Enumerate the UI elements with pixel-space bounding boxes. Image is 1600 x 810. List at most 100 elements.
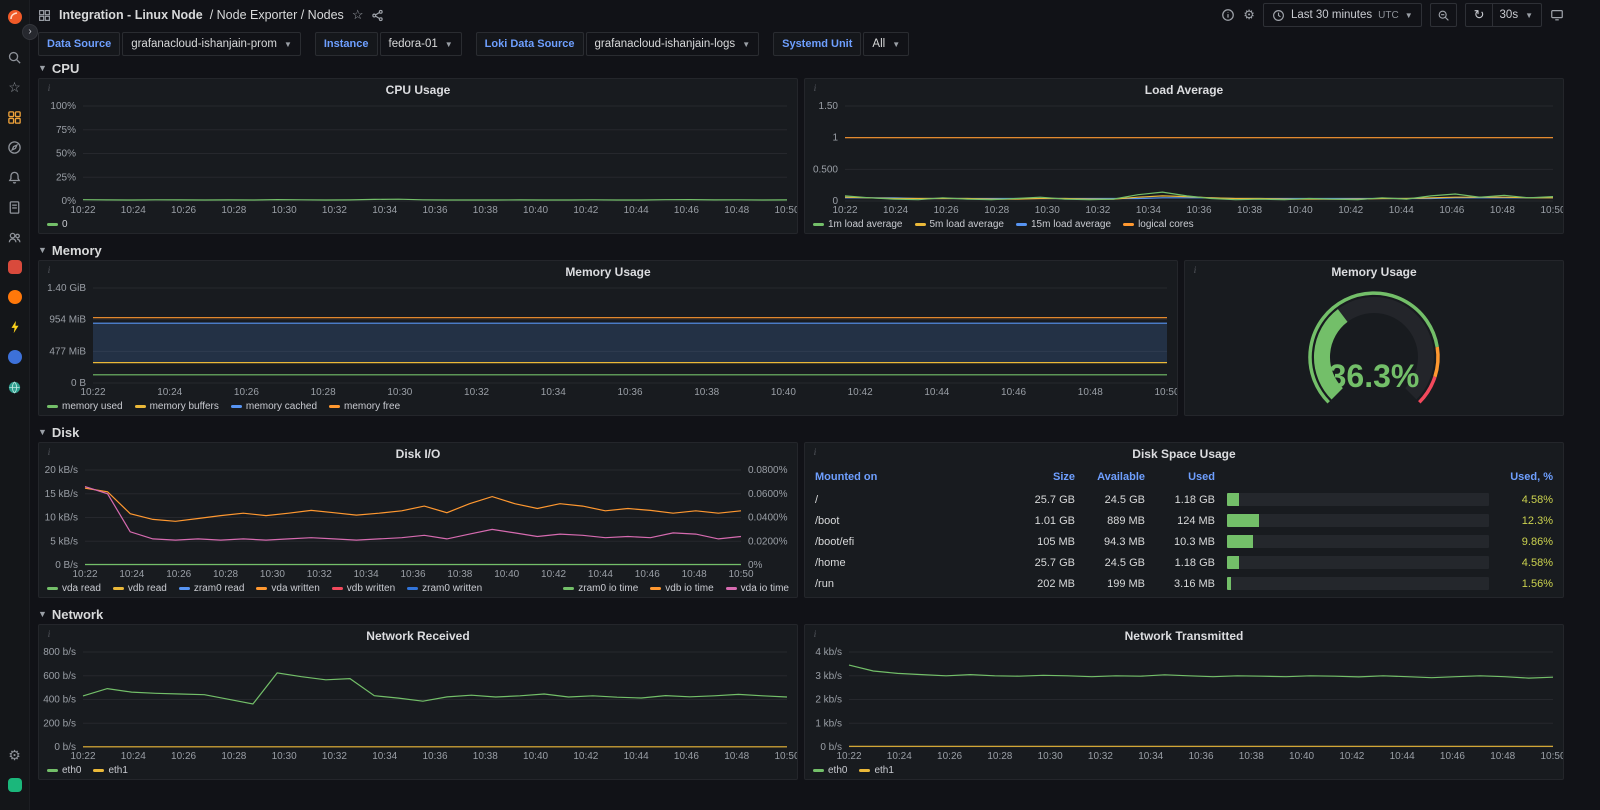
table-row[interactable]: /25.7 GB24.5 GB1.18 GB4.58% <box>815 489 1553 510</box>
cell-mounted-on[interactable]: / <box>815 494 1005 506</box>
legend-item[interactable]: 5m load average <box>915 219 1005 230</box>
col-header-size[interactable]: Size <box>1005 471 1075 483</box>
panel-title[interactable]: Network Received <box>366 629 469 643</box>
legend-item[interactable]: memory free <box>329 401 400 412</box>
section-row-network[interactable]: ▼Network <box>38 604 1564 624</box>
time-range-picker[interactable]: Last 30 minutes UTC ▼ <box>1263 3 1422 27</box>
breadcrumb[interactable]: Integration - Linux Node / Node Exporter… <box>59 8 344 22</box>
table-row[interactable]: /run202 MB199 MB3.16 MB1.56% <box>815 573 1553 594</box>
info-icon[interactable] <box>1221 8 1235 22</box>
cell-mounted-on[interactable]: /home <box>815 557 1005 569</box>
filter-systemd-dropdown[interactable]: All▼ <box>863 32 909 56</box>
panel-info-icon[interactable]: i <box>43 264 55 276</box>
dashboards-icon[interactable] <box>4 106 26 128</box>
settings-gear-icon[interactable]: ⚙ <box>4 744 26 766</box>
col-header-used[interactable]: Used <box>1145 471 1215 483</box>
sidebar-expand-button[interactable]: › <box>22 24 38 40</box>
plugin-oncall-icon[interactable] <box>4 286 26 308</box>
legend-item[interactable]: vdb io time <box>650 583 713 594</box>
legend-item[interactable]: zram0 read <box>179 583 245 594</box>
legend-item[interactable]: eth1 <box>93 765 127 776</box>
panel-info-icon[interactable]: i <box>1189 264 1201 276</box>
panel-info-icon[interactable]: i <box>809 446 821 458</box>
legend-item[interactable]: vdb written <box>332 583 395 594</box>
network-transmitted-chart[interactable]: 4 kb/s3 kb/s2 kb/s1 kb/s0 b/s10:2210:241… <box>805 647 1563 761</box>
memory-usage-gauge[interactable]: 36.3% <box>1185 283 1563 415</box>
panel-info-icon[interactable]: i <box>809 82 821 94</box>
network-received-chart[interactable]: 800 b/s600 b/s400 b/s200 b/s0 b/s10:2210… <box>39 647 797 761</box>
panel-info-icon[interactable]: i <box>43 446 55 458</box>
legend-item[interactable]: vda written <box>256 583 319 594</box>
col-header-used-pct[interactable]: Used, % <box>1501 471 1553 483</box>
table-row[interactable]: /boot1.01 GB889 MB124 MB12.3% <box>815 510 1553 531</box>
zoom-out-button[interactable] <box>1430 3 1457 27</box>
users-icon[interactable] <box>4 226 26 248</box>
legend-item[interactable]: logical cores <box>1123 219 1194 230</box>
table-row[interactable]: /home25.7 GB24.5 GB1.18 GB4.58% <box>815 552 1553 573</box>
plugin-synthetics-icon[interactable] <box>4 346 26 368</box>
panel-title[interactable]: Memory Usage <box>565 265 650 279</box>
panel-title[interactable]: Load Average <box>1145 83 1223 97</box>
logs-doc-icon[interactable] <box>4 196 26 218</box>
panel-title[interactable]: Disk Space Usage <box>1132 447 1235 461</box>
cpu-usage-chart[interactable]: 100%75%50%25%0%10:2210:2410:2610:2810:30… <box>39 101 797 215</box>
panel-info-icon[interactable]: i <box>43 82 55 94</box>
cell-mounted-on[interactable]: /run <box>815 578 1005 590</box>
refresh-icon[interactable]: ↻ <box>1474 7 1485 23</box>
section-row-disk[interactable]: ▼Disk <box>38 422 1564 442</box>
cell-mounted-on[interactable]: /boot <box>815 515 1005 527</box>
dashboard-grid-icon[interactable] <box>38 9 51 22</box>
plugin-incident-icon[interactable] <box>4 256 26 278</box>
breadcrumb-folder[interactable]: Integration - Linux Node <box>59 8 203 22</box>
plugin-globe-icon[interactable] <box>4 376 26 398</box>
load-average-chart[interactable]: 1.5010.500010:2210:2410:2610:2810:3010:3… <box>805 101 1563 215</box>
search-icon[interactable] <box>4 46 26 68</box>
cell-mounted-on[interactable]: /boot/efi <box>815 536 1005 548</box>
table-row[interactable]: /tmp526 MB461 MB44.0 MB8.37% <box>815 594 1553 597</box>
section-row-cpu[interactable]: ▼CPU <box>38 58 1564 78</box>
legend-item[interactable]: zram0 written <box>407 583 482 594</box>
legend-item[interactable]: eth0 <box>813 765 847 776</box>
legend-item[interactable]: vdb read <box>113 583 167 594</box>
filter-instance-dropdown[interactable]: fedora-01▼ <box>380 32 462 56</box>
starred-icon[interactable]: ☆ <box>4 76 26 98</box>
filter-loki-dropdown[interactable]: grafanacloud-ishanjain-logs▼ <box>586 32 760 56</box>
explore-compass-icon[interactable] <box>4 136 26 158</box>
refresh-button[interactable]: ↻ 30s ▼ <box>1465 3 1542 27</box>
legend-item[interactable]: eth1 <box>859 765 893 776</box>
panel-title[interactable]: Memory Usage <box>1331 265 1416 279</box>
star-dashboard-icon[interactable]: ☆ <box>352 7 364 23</box>
table-row[interactable]: /boot/efi105 MB94.3 MB10.3 MB9.86% <box>815 531 1553 552</box>
panel-title[interactable]: Disk I/O <box>396 447 441 461</box>
panel-title[interactable]: CPU Usage <box>386 83 451 97</box>
legend-item[interactable]: 1m load average <box>813 219 903 230</box>
cloud-portal-icon[interactable] <box>4 774 26 796</box>
legend-item[interactable]: memory used <box>47 401 123 412</box>
legend-item[interactable]: memory buffers <box>135 401 219 412</box>
legend-item[interactable]: eth0 <box>47 765 81 776</box>
breadcrumb-dashboard[interactable]: / Node Exporter / Nodes <box>210 8 344 22</box>
panel-title[interactable]: Network Transmitted <box>1125 629 1244 643</box>
kiosk-monitor-icon[interactable] <box>1550 8 1564 22</box>
disk-io-chart[interactable]: 20 kB/s0.0800%15 kB/s0.0600%10 kB/s0.040… <box>39 465 797 579</box>
svg-text:10:26: 10:26 <box>171 205 196 215</box>
memory-usage-chart[interactable]: 1.40 GiB954 MiB477 MiB0 B10:2210:2410:26… <box>39 283 1177 397</box>
legend-item[interactable]: vda read <box>47 583 101 594</box>
dashboard-settings-icon[interactable]: ⚙ <box>1243 7 1255 23</box>
plugin-bolt-icon[interactable] <box>4 316 26 338</box>
refresh-interval-label[interactable]: 30s <box>1500 9 1519 21</box>
share-icon[interactable] <box>371 9 384 22</box>
alerting-bell-icon[interactable] <box>4 166 26 188</box>
grafana-logo[interactable] <box>4 6 26 28</box>
panel-info-icon[interactable]: i <box>43 628 55 640</box>
panel-info-icon[interactable]: i <box>809 628 821 640</box>
filter-datasource-dropdown[interactable]: grafanacloud-ishanjain-prom▼ <box>122 32 301 56</box>
legend-item[interactable]: vda io time <box>726 583 789 594</box>
col-header-available[interactable]: Available <box>1075 471 1145 483</box>
legend-item[interactable]: memory cached <box>231 401 317 412</box>
section-row-memory[interactable]: ▼Memory <box>38 240 1564 260</box>
legend-item[interactable]: zram0 io time <box>563 583 638 594</box>
legend-item[interactable]: 0 <box>47 219 68 230</box>
col-header-mounted-on[interactable]: Mounted on <box>815 471 1005 483</box>
legend-item[interactable]: 15m load average <box>1016 219 1111 230</box>
